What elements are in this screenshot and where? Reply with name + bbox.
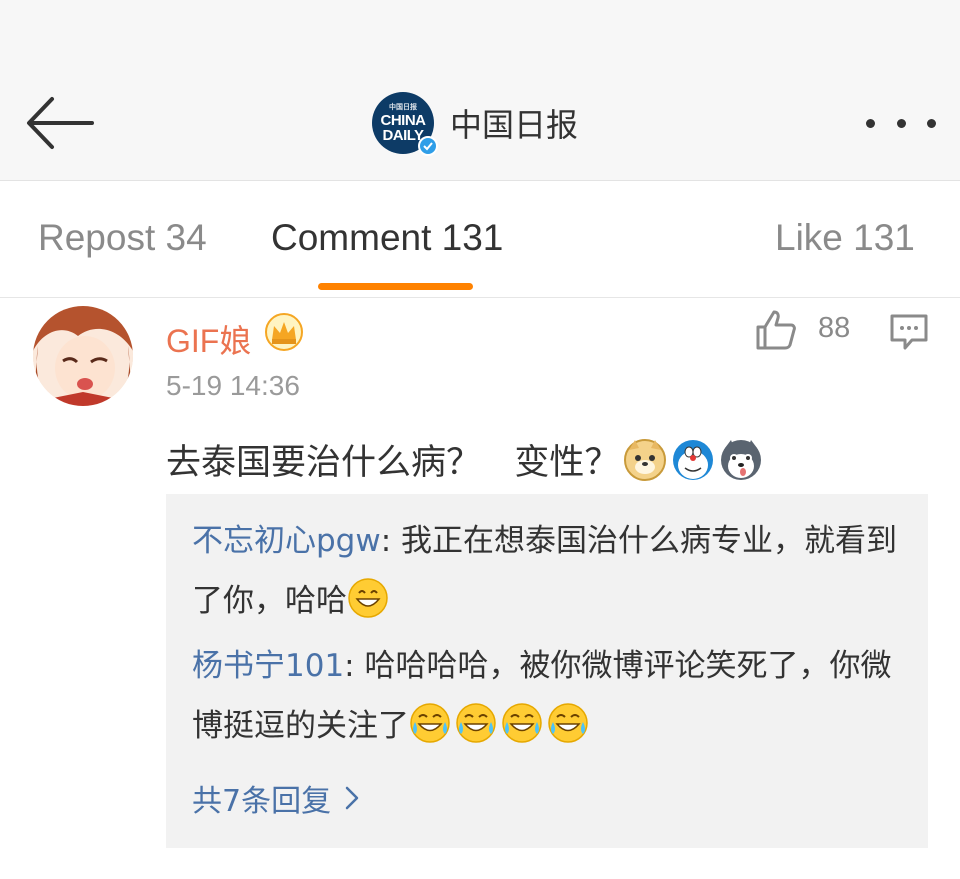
reply-preview-box[interactable]: 不忘初心pgw: 我正在想泰国治什么病专业，就看到了你，哈哈 杨书宁101: 哈… — [166, 494, 928, 848]
reply-item: 不忘初心pgw: 我正在想泰国治什么病专业，就看到了你，哈哈 — [192, 511, 904, 631]
comment-text: 去泰国要治什么病？ 变性？ — [166, 443, 620, 483]
comment-username[interactable]: GIF娘 — [166, 316, 251, 362]
more-dot — [866, 118, 875, 128]
laugh-cry-emoji-icon — [547, 702, 589, 744]
doraemon-emoji-icon — [671, 438, 715, 482]
logo-text-china: CHINA — [380, 111, 427, 129]
more-dot — [927, 118, 936, 128]
husky-emoji-icon — [719, 438, 763, 482]
active-tab-indicator — [318, 283, 473, 290]
laugh-cry-emoji-icon — [409, 702, 451, 744]
tab-repost[interactable]: Repost 34 — [38, 217, 207, 259]
more-dot — [896, 118, 906, 128]
china-daily-logo: 中国日报 CHINA DAILY — [372, 92, 438, 156]
tab-like[interactable]: Like 131 — [775, 217, 915, 259]
thumbs-up-icon[interactable] — [754, 308, 798, 352]
avatar[interactable] — [33, 306, 133, 406]
like-count: 88 — [818, 312, 851, 344]
tab-comment[interactable]: Comment 131 — [271, 217, 503, 259]
crown-badge-icon — [264, 312, 304, 352]
tab-bar: Repost 34 Comment 131 Like 131 — [0, 181, 960, 298]
top-navigation-bar: 中国日报 CHINA DAILY 中国日报 — [0, 0, 960, 181]
laugh-cry-emoji-icon — [501, 702, 543, 744]
chevron-right-icon — [345, 786, 359, 810]
back-arrow-icon[interactable] — [22, 92, 96, 154]
logo-chinese-text: 中国日报 — [389, 103, 417, 111]
verified-badge-icon — [418, 136, 438, 156]
grin-emoji-icon — [347, 577, 389, 619]
comment-timestamp: 5-19 14:36 — [166, 370, 300, 401]
reply-item: 杨书宁101: 哈哈哈哈，被你微博评论笑死了，你微博挺逗的关注了 — [192, 636, 904, 756]
reply-author[interactable]: 不忘初心pgw — [192, 523, 381, 559]
laugh-cry-emoji-icon — [455, 702, 497, 744]
page-title: 中国日报 — [450, 106, 579, 144]
doge-emoji-icon — [623, 438, 667, 482]
more-options-icon[interactable] — [866, 108, 936, 138]
logo-text-daily: DAILY — [382, 126, 424, 144]
reply-comment-icon[interactable] — [889, 313, 929, 351]
account-title[interactable]: 中国日报 CHINA DAILY 中国日报 — [372, 91, 579, 156]
more-replies-label: 共7条回复 — [192, 784, 332, 819]
view-all-replies-link[interactable]: 共7条回复 — [192, 776, 359, 820]
reply-author[interactable]: 杨书宁101 — [192, 648, 344, 684]
comment-body: 去泰国要治什么病？ 变性？ — [166, 434, 763, 485]
comment-item: GIF娘 5-19 14:36 88 去泰国要治什么病？ 变性？ 不忘初心pgw… — [0, 298, 960, 879]
